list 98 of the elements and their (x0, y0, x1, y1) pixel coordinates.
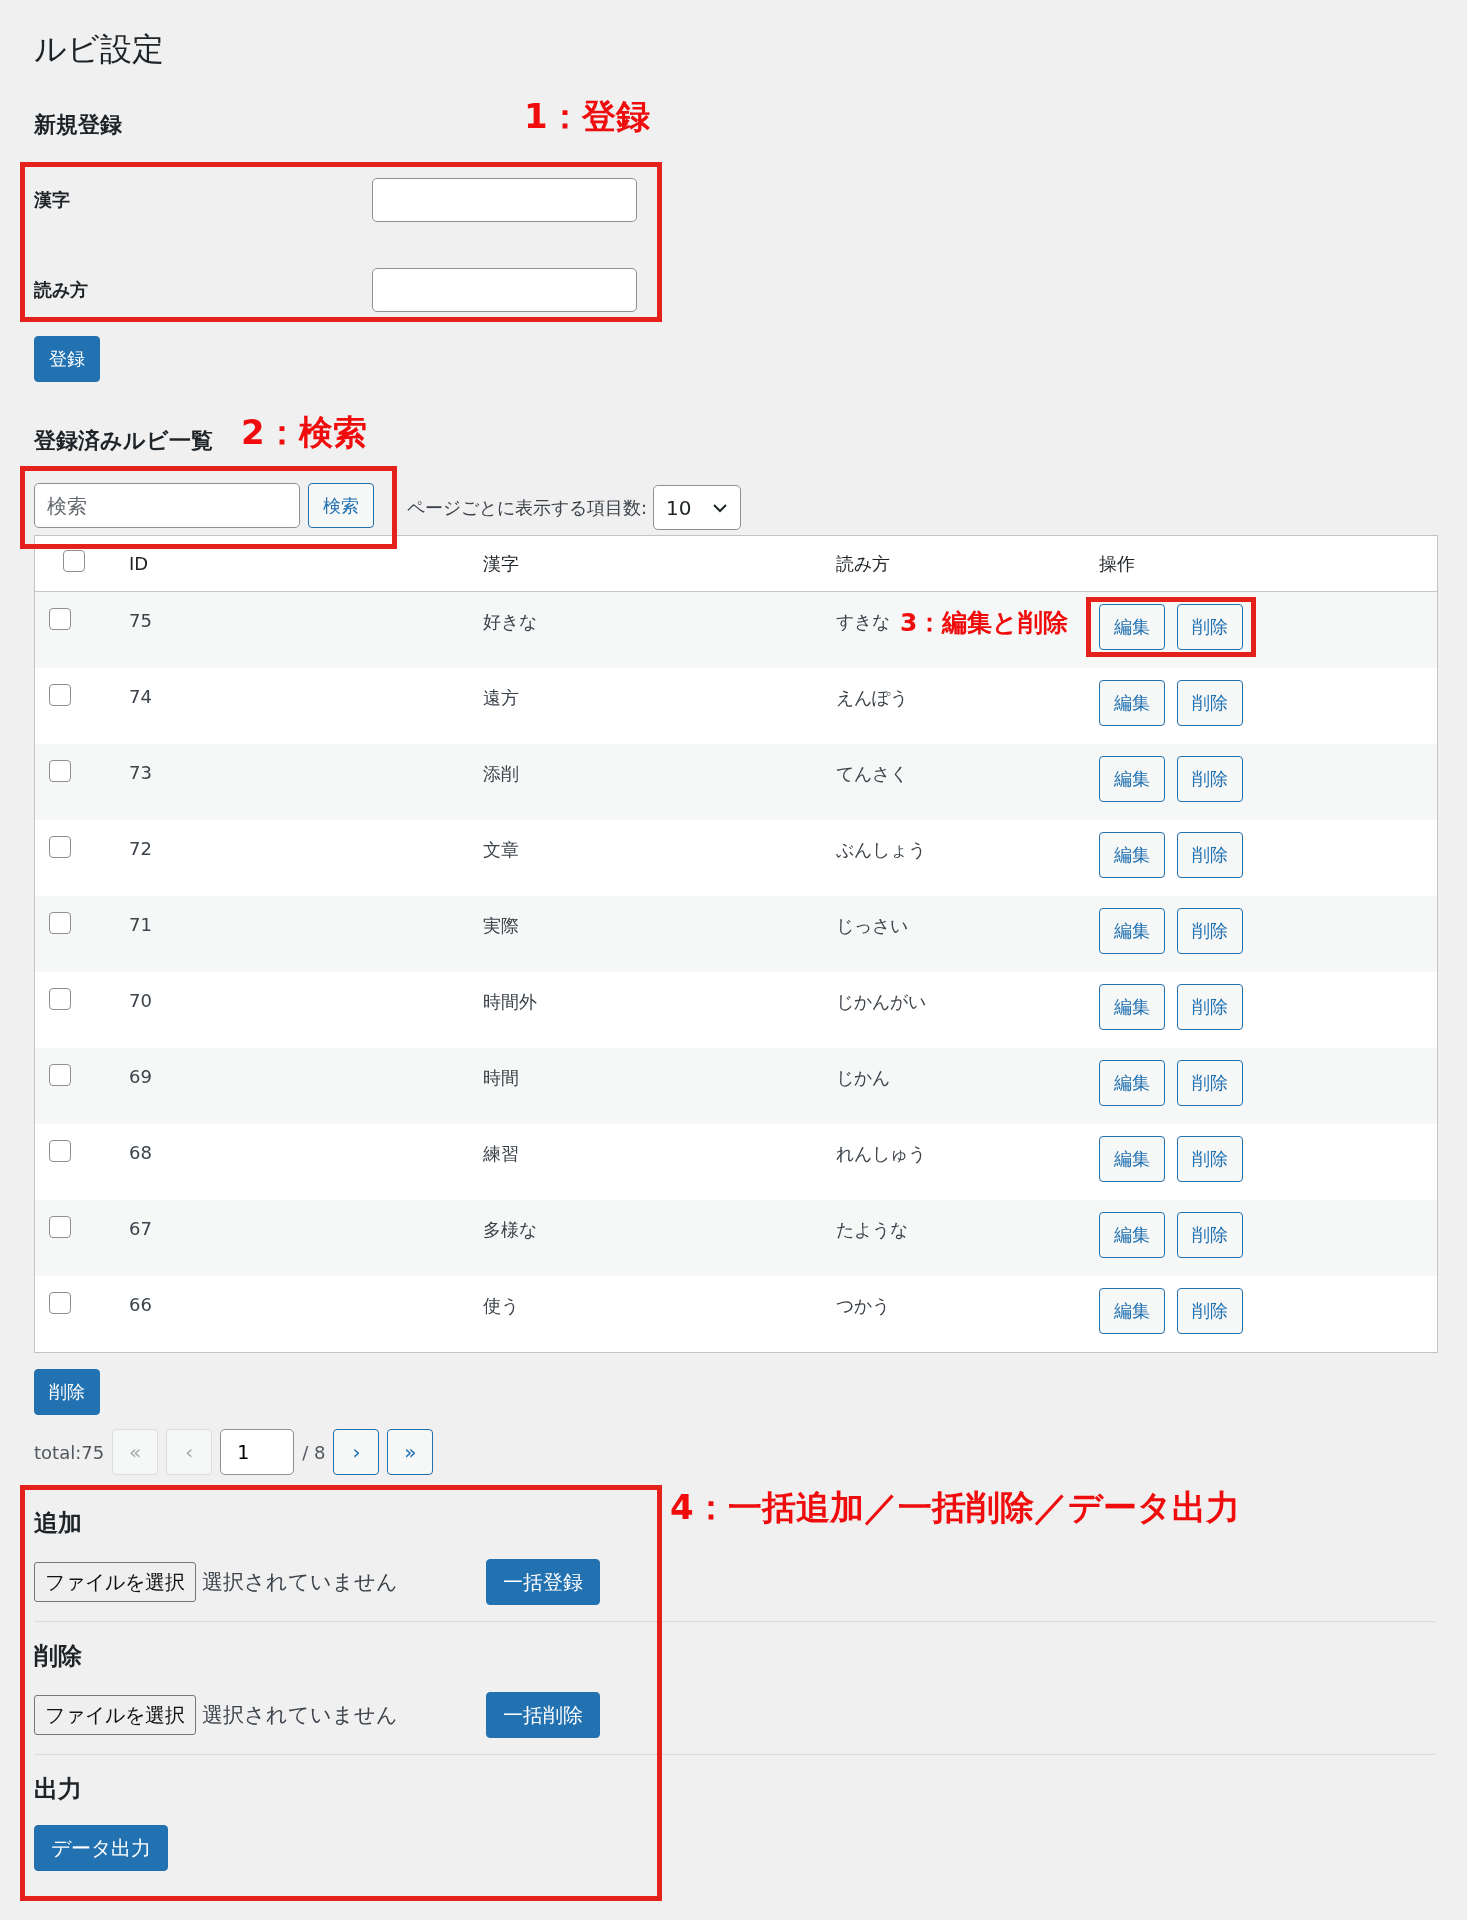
chevron-down-icon (712, 502, 729, 513)
table-cell: つかう (836, 1294, 890, 1318)
checkbox[interactable] (49, 912, 71, 934)
per-page-select[interactable]: 10 (653, 485, 742, 530)
table-cell-text: 75 (129, 609, 153, 631)
delete-button[interactable]: 削除 (1177, 1060, 1243, 1106)
table-cell: れんしゅう (836, 1142, 926, 1166)
table-cell-text: 70 (129, 989, 153, 1011)
delete-button[interactable]: 削除 (1177, 908, 1243, 954)
table-cell-text: 使う (483, 1294, 520, 1318)
checkbox[interactable] (49, 1216, 71, 1238)
page-button[interactable]: » (387, 1429, 434, 1475)
search-button[interactable]: 検索 (308, 483, 374, 528)
delete-button[interactable]: 削除 (34, 1369, 100, 1415)
checkbox[interactable] (63, 549, 85, 572)
per-page-label: ページごとに表示する項目数: (407, 495, 648, 520)
table-cell-text: 練習 (483, 1142, 520, 1166)
table-cell: ぶんしょう (836, 838, 926, 862)
edit-button[interactable]: 編集 (1099, 984, 1165, 1030)
page-field[interactable]: 1 (220, 1429, 295, 1475)
total-count: total:75 (34, 1441, 105, 1463)
input-field[interactable] (372, 178, 637, 222)
page-button[interactable]: › (333, 1429, 380, 1475)
checkbox[interactable] (49, 1064, 71, 1086)
edit-button[interactable]: 編集 (1099, 680, 1165, 726)
table-cell: えんぽう (836, 686, 908, 710)
delete-button[interactable]: 削除 (1177, 680, 1243, 726)
section-heading: 新規登録 (34, 111, 122, 139)
edit-button[interactable]: 編集 (1099, 756, 1165, 802)
table-cell: すきな (836, 610, 890, 634)
table-cell-text: 時間 (483, 1066, 520, 1090)
page-title: ルビ設定 (34, 29, 165, 70)
section-heading: 出力 (34, 1774, 82, 1805)
edit-button[interactable]: 編集 (1099, 908, 1165, 954)
table-cell-text: 時間外 (483, 990, 538, 1014)
table-cell-text: 実際 (483, 914, 520, 938)
table-cell-text: 72 (129, 837, 153, 859)
delete-button[interactable]: 削除 (1177, 756, 1243, 802)
table-cell-text: 67 (129, 1217, 153, 1239)
field-label: 読み方 (34, 278, 88, 302)
section-heading: 削除 (34, 1641, 82, 1672)
register-button[interactable]: 登録 (34, 336, 100, 382)
column-header: 操作 (1099, 551, 1135, 576)
table-cell-text: 好きな (483, 610, 538, 634)
checkbox[interactable] (49, 1292, 71, 1314)
column-header: 漢字 (483, 551, 520, 576)
checkbox[interactable] (49, 684, 71, 706)
table-cell-text: 71 (129, 913, 153, 935)
checkbox[interactable] (49, 760, 71, 782)
table-cell: じかん (836, 1066, 890, 1090)
checkbox[interactable] (49, 988, 71, 1010)
table-cell: じっさい (836, 914, 908, 938)
table-cell: たような (836, 1218, 908, 1242)
checkbox[interactable] (49, 836, 71, 858)
table-cell-text: 69 (129, 1065, 153, 1087)
file-status: 選択されていません (202, 1702, 398, 1729)
table-cell-text: 多様な (483, 1218, 538, 1242)
bulk-button[interactable]: 一括登録 (486, 1559, 600, 1605)
search-field[interactable]: 検索 (34, 483, 300, 528)
annotation-label: 3：編集と削除 (900, 607, 1069, 639)
file-button[interactable]: ファイルを選択 (34, 1695, 196, 1735)
section-heading: 登録済みルビ一覧 (34, 427, 213, 455)
column-header: 読み方 (836, 551, 891, 576)
annotation-label: 4：一括追加／一括削除／データ出力 (670, 1486, 1240, 1529)
edit-button[interactable]: 編集 (1099, 832, 1165, 878)
file-status: 選択されていません (202, 1569, 398, 1596)
table-cell-text: 66 (129, 1293, 153, 1315)
table-cell-text: 73 (129, 761, 153, 783)
edit-button[interactable]: 編集 (1099, 1288, 1165, 1334)
checkbox[interactable] (49, 1140, 71, 1162)
delete-button[interactable]: 削除 (1177, 604, 1243, 650)
annotation-label: 1：登録 (524, 95, 650, 138)
delete-button[interactable]: 削除 (1177, 832, 1243, 878)
column-header: ID (129, 553, 150, 574)
table-cell-text: 文章 (483, 838, 520, 862)
table-cell-text: 68 (129, 1141, 153, 1163)
edit-button[interactable]: 編集 (1099, 1136, 1165, 1182)
edit-button[interactable]: 編集 (1099, 1060, 1165, 1106)
delete-button[interactable]: 削除 (1177, 984, 1243, 1030)
delete-button[interactable]: 削除 (1177, 1288, 1243, 1334)
delete-button[interactable]: 削除 (1177, 1136, 1243, 1182)
edit-button[interactable]: 編集 (1099, 1212, 1165, 1258)
annotation-label: 2：検索 (241, 411, 367, 454)
section-heading: 追加 (34, 1508, 82, 1539)
page-count: / 8 (302, 1441, 326, 1463)
table-cell: じかんがい (836, 990, 926, 1014)
delete-button[interactable]: 削除 (1177, 1212, 1243, 1258)
bulk-button[interactable]: 一括削除 (486, 1692, 600, 1738)
checkbox[interactable] (49, 608, 71, 630)
table-cell: てんさく (836, 762, 908, 786)
file-button[interactable]: ファイルを選択 (34, 1562, 196, 1602)
table-cell-text: 添削 (483, 762, 520, 786)
table-cell-text: 遠方 (483, 686, 520, 710)
export-button[interactable]: データ出力 (34, 1825, 168, 1871)
edit-button[interactable]: 編集 (1099, 604, 1165, 650)
table-cell-text: 74 (129, 685, 153, 707)
field-label: 漢字 (34, 188, 70, 212)
input-field[interactable] (372, 268, 637, 312)
